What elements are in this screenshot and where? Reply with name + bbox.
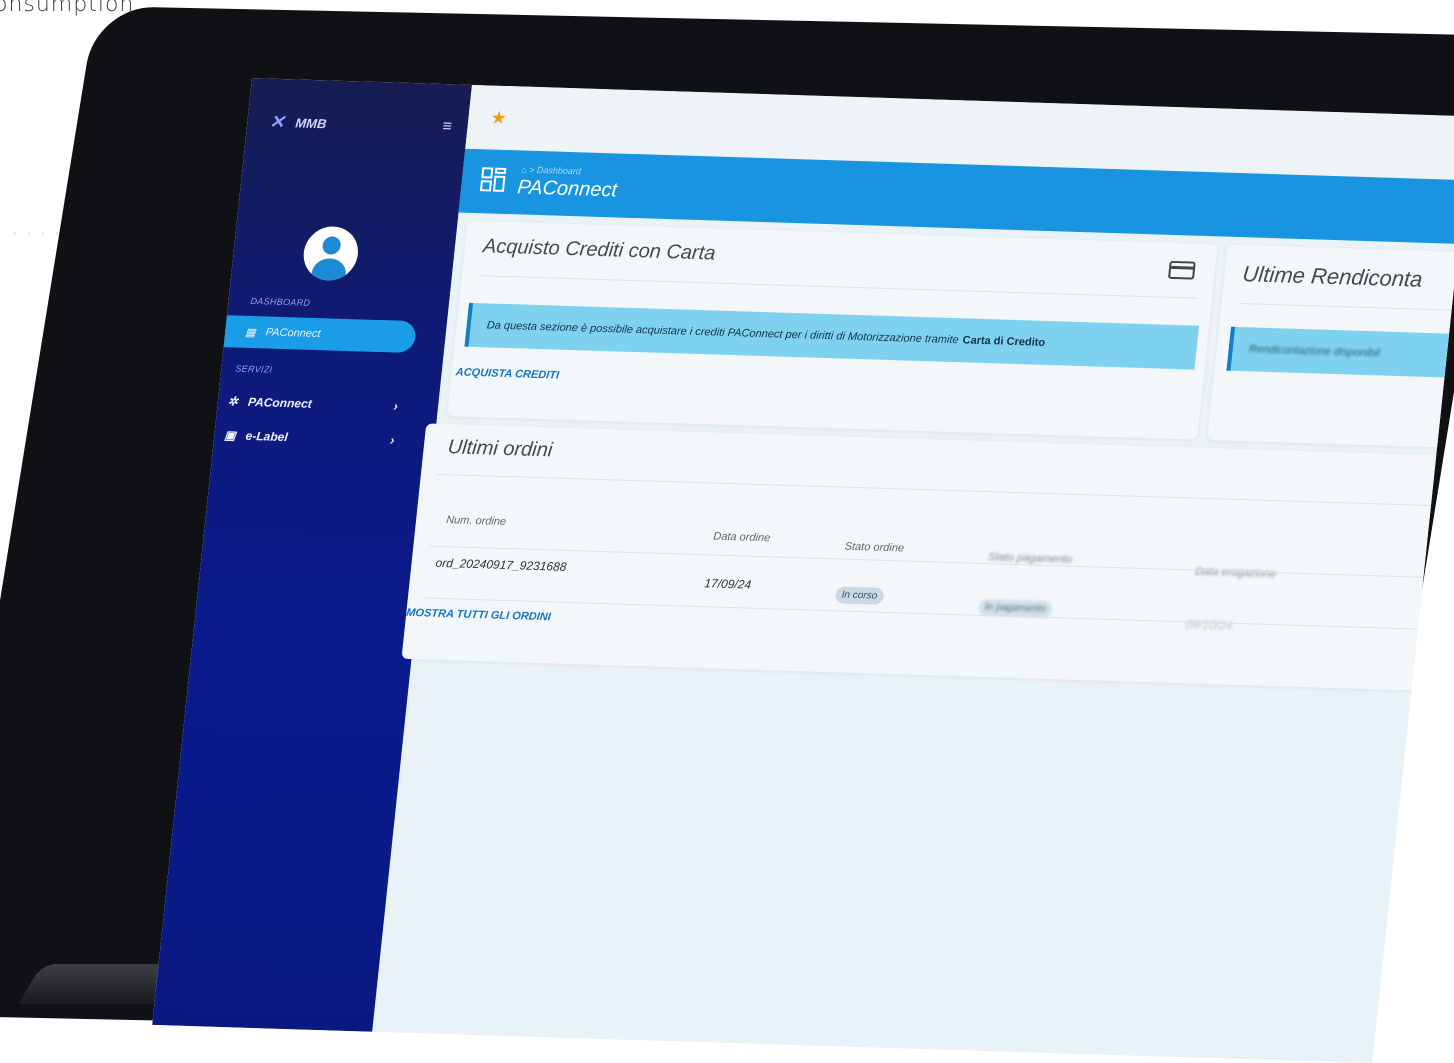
column-header[interactable]: Data erogazione — [1195, 566, 1277, 580]
hamburger-menu-icon[interactable]: ≡ — [442, 118, 453, 136]
info-text: Rendicontazione disponibil — [1248, 343, 1381, 360]
sidebar-item-paconnect[interactable]: ✲ PAConnect › — [227, 393, 399, 414]
divider — [436, 473, 1454, 514]
show-all-orders-link[interactable]: MOSTRA TUTTI GLI ORDINI — [406, 607, 552, 623]
info-alert: Rendicontazione disponibil — [1226, 326, 1454, 385]
card-title: Acquisto Crediti con Carta — [481, 235, 717, 265]
laptop-screen: ✕ MMB ≡ DASHBOARD ▦ PAConnect SERVIZI ✲ … — [152, 78, 1454, 1063]
column-header[interactable]: Data ordine — [713, 531, 771, 545]
order-date: 17/09/24 — [703, 576, 752, 592]
table-divider — [423, 597, 1454, 637]
brand-name: MMB — [294, 114, 328, 131]
chevron-right-icon: › — [392, 398, 399, 414]
sidebar-item-label: e-Label — [245, 428, 289, 444]
main-content: ★ ⌂ > Dashboard PAConnect Acquisto Credi… — [372, 84, 1454, 1063]
sidebar-item-label: PAConnect — [247, 394, 313, 411]
info-text: Da questa sezione è possibile acquistare… — [486, 319, 960, 347]
orders-card: Ultimi ordini Num. ordine Data ordine St… — [401, 423, 1454, 698]
divider — [479, 275, 1197, 299]
sidebar-item-elabel[interactable]: ▣ e-Label › — [223, 427, 396, 448]
section-label-services: SERVIZI — [234, 363, 273, 375]
order-status-badge: In corso — [834, 586, 885, 605]
card-title: Ultime Rendiconta — [1241, 261, 1424, 292]
card-title: Ultimi ordini — [446, 436, 554, 462]
sidebar-item-paconnect-dashboard[interactable]: ▦ PAConnect — [221, 315, 417, 354]
breadcrumb[interactable]: ⌂ > Dashboard — [521, 164, 582, 176]
brand-logo-icon: ✕ — [268, 111, 286, 132]
brand[interactable]: ✕ MMB — [268, 111, 328, 133]
info-alert: Da questa sezione è possibile acquistare… — [464, 302, 1200, 370]
order-number[interactable]: ord_20240917_9231688 — [435, 556, 567, 574]
delivery-date: 09/10/24 — [1184, 617, 1234, 633]
section-label-dashboard: DASHBOARD — [250, 295, 311, 308]
column-header[interactable]: Num. ordine — [446, 514, 507, 528]
grid-icon: ▦ — [244, 326, 257, 339]
sidebar-item-label: PAConnect — [265, 326, 322, 341]
avatar[interactable] — [300, 225, 361, 282]
credit-card-icon — [1167, 260, 1196, 280]
reports-card: Ultime Rendiconta Rendicontazione dispon… — [1207, 244, 1454, 455]
info-bold-text: Carta di Credito — [961, 334, 1046, 349]
network-icon: ✲ — [227, 393, 239, 409]
purchase-credits-card: Acquisto Crediti con Carta Da questa sez… — [447, 220, 1218, 440]
table-divider — [429, 545, 1454, 586]
avatar-head — [321, 236, 342, 255]
buy-credits-link[interactable]: ACQUISTA CREDITI — [455, 366, 560, 381]
page-title: PAConnect — [516, 176, 619, 202]
label-icon: ▣ — [223, 427, 237, 442]
favorite-star-icon[interactable]: ★ — [489, 108, 508, 129]
divider — [1239, 303, 1454, 318]
dashboard-icon — [479, 167, 507, 192]
avatar-body — [310, 257, 348, 282]
column-header[interactable]: Stato ordine — [844, 541, 905, 555]
chevron-right-icon: › — [389, 432, 396, 448]
page-caption: onsumption — [0, 0, 135, 17]
